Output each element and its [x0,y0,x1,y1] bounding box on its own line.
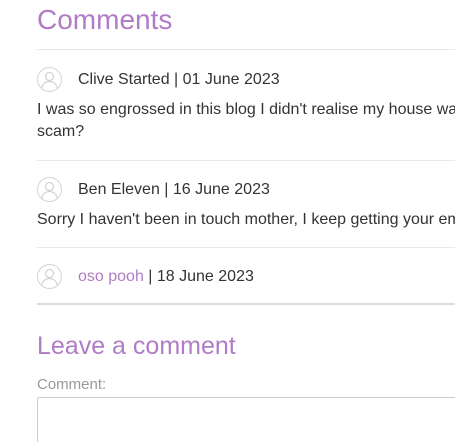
comments-end-divider [37,303,455,305]
comment-header: Clive Started | 01 June 2023 [37,66,280,93]
comment-author: Clive Started [78,70,170,88]
comment-header: oso pooh | 18 June 2023 [37,263,254,290]
comments-page: Comments Clive Started | 01 June 2023 I … [0,0,455,442]
comment-meta: Ben Eleven | 16 June 2023 [78,181,270,199]
divider [37,247,455,248]
comment-textarea[interactable] [37,397,455,442]
comment-body-line: Sorry I haven't been in touch mother, I … [37,211,455,228]
comments-heading: Comments [37,4,173,35]
meta-separator: | [169,70,183,88]
leave-comment-heading: Leave a comment [37,332,236,360]
avatar [37,264,62,289]
comment-meta: oso pooh | 18 June 2023 [78,268,254,286]
comment-body-line: scam? [37,123,85,140]
meta-separator: | [143,267,157,285]
meta-separator: | [159,180,173,198]
comment-date: 18 June 2023 [156,267,254,285]
comment-date: 16 June 2023 [172,180,270,198]
comment-body: Sorry I haven't been in touch mother, I … [37,209,455,231]
divider [37,49,455,50]
comment-meta: Clive Started | 01 June 2023 [78,71,280,89]
comment-author: Ben Eleven [78,180,160,198]
comment-body-line: I was so engrossed in this blog I didn't… [37,101,455,118]
user-silhouette-icon [40,71,59,90]
avatar [37,67,62,92]
comment-author-link[interactable]: oso pooh [78,268,144,285]
comment-header: Ben Eleven | 16 June 2023 [37,176,270,203]
divider [37,160,455,161]
comment-date: 01 June 2023 [182,70,280,88]
avatar [37,177,62,202]
comment-body: I was so engrossed in this blog I didn't… [37,99,455,143]
user-silhouette-icon [40,268,59,287]
comment-field-label: Comment: [37,376,107,393]
user-silhouette-icon [40,181,59,200]
